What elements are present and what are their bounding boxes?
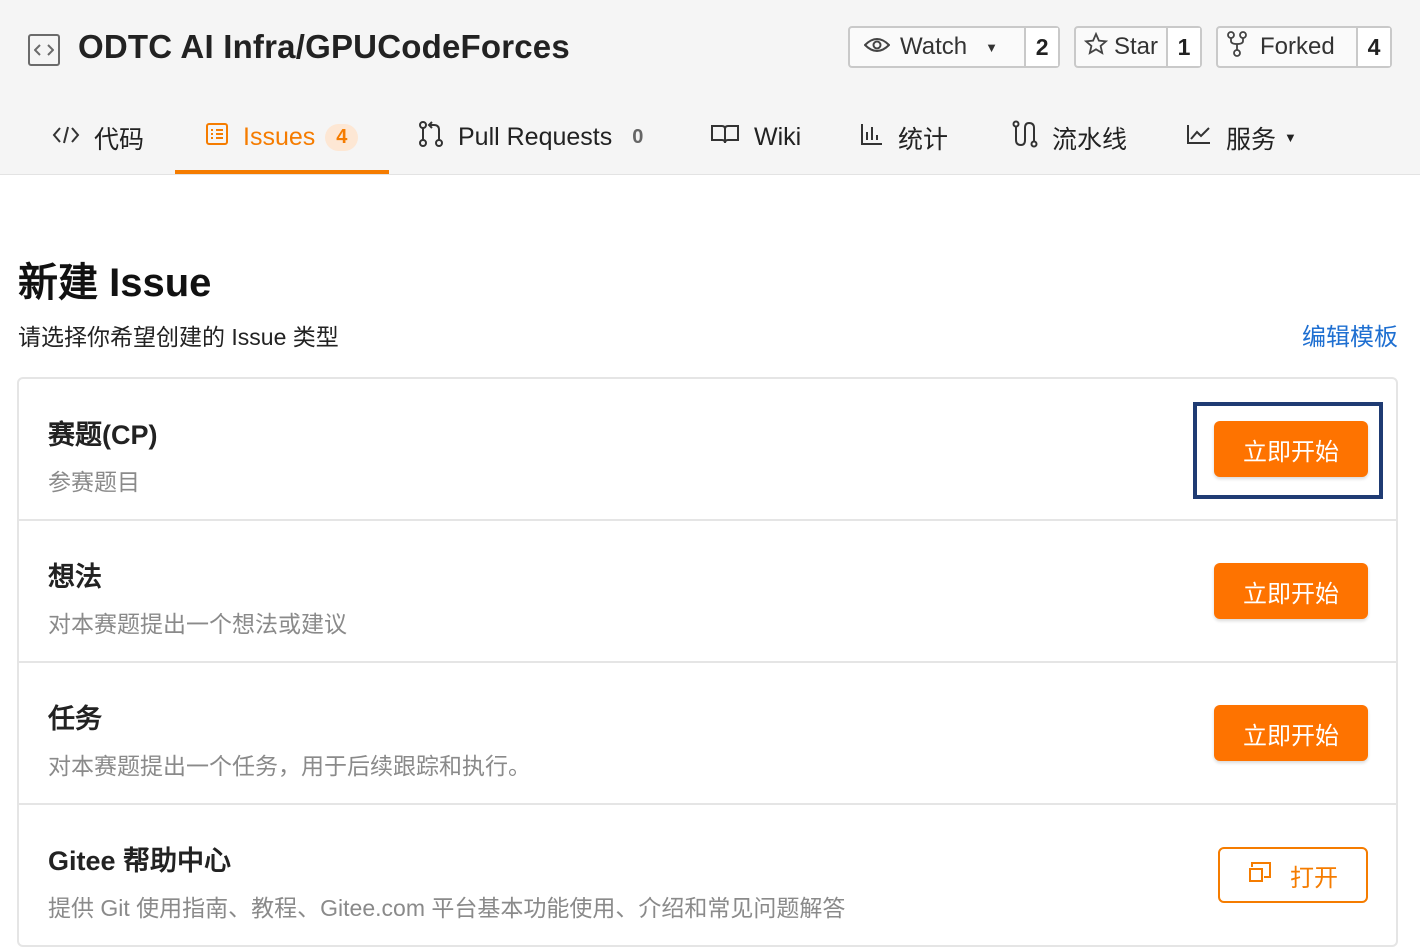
issue-type-idea: 想法 对本赛题提出一个想法或建议 立即开始	[19, 521, 1396, 663]
eye-icon	[863, 33, 891, 61]
issue-type-title: 想法	[48, 562, 102, 592]
tab-label: Pull Requests	[458, 123, 613, 151]
issue-type-desc: 对本赛题提出一个想法或建议	[48, 611, 347, 637]
tab-issues[interactable]: Issues 4	[205, 100, 359, 175]
edit-template-link[interactable]: 编辑模板	[1302, 317, 1398, 352]
code-icon	[52, 123, 80, 152]
caret-down-icon: ▼	[1284, 130, 1297, 145]
issues-count-badge: 4	[325, 124, 359, 151]
tab-pipeline[interactable]: 流水线	[1012, 100, 1127, 175]
issue-type-desc: 参赛题目	[48, 469, 140, 495]
code-repo-icon	[28, 34, 60, 66]
watch-count[interactable]: 2	[1024, 28, 1058, 66]
pipeline-icon	[1012, 120, 1038, 155]
star-icon	[1083, 31, 1109, 63]
issue-type-task: 任务 对本赛题提出一个任务，用于后续跟踪和执行。 立即开始	[19, 663, 1396, 805]
tab-code[interactable]: 代码	[52, 100, 144, 175]
star-label: Star	[1114, 33, 1159, 60]
issue-type-title: Gitee 帮助中心	[48, 846, 232, 876]
issue-type-title: 赛题(CP)	[48, 420, 158, 450]
external-link-icon	[1248, 861, 1272, 890]
issues-icon	[205, 122, 229, 153]
page-title: 新建 Issue	[18, 261, 212, 305]
tab-label: 服务	[1226, 125, 1277, 154]
issue-type-desc: 对本赛题提出一个任务，用于后续跟踪和执行。	[48, 753, 531, 779]
start-button[interactable]: 立即开始	[1214, 705, 1368, 761]
issue-type-desc: 提供 Git 使用指南、教程、Gitee.com 平台基本功能使用、介绍和常见问…	[48, 895, 846, 921]
fork-icon	[1226, 30, 1248, 64]
pull-requests-count: 0	[632, 126, 644, 148]
repo-title[interactable]: ODTC AI Infra/GPUCodeForces	[78, 28, 570, 66]
tab-label: 统计	[898, 125, 949, 154]
tab-label: Issues	[243, 123, 316, 151]
open-label: 打开	[1290, 864, 1338, 892]
tab-services[interactable]: 服务 ▼	[1186, 100, 1297, 175]
forked-count[interactable]: 4	[1356, 28, 1390, 66]
open-button[interactable]: 打开	[1218, 847, 1368, 903]
active-tab-indicator	[175, 170, 389, 174]
issue-type-help-center: Gitee 帮助中心 提供 Git 使用指南、教程、Gitee.com 平台基本…	[19, 805, 1396, 947]
highlight-box	[1193, 402, 1383, 499]
chevron-down-icon[interactable]: ▼	[985, 40, 998, 55]
star-count[interactable]: 1	[1166, 28, 1200, 66]
pull-request-icon	[418, 120, 444, 155]
issue-type-list: 赛题(CP) 参赛题目 立即开始 想法 对本赛题提出一个想法或建议 立即开始 任…	[17, 377, 1398, 947]
bar-chart-icon	[860, 122, 884, 153]
start-button[interactable]: 立即开始	[1214, 563, 1368, 619]
tab-label: Wiki	[754, 123, 802, 151]
tab-stats[interactable]: 统计	[860, 100, 948, 175]
page-subtitle: 请选择你希望创建的 Issue 类型	[18, 324, 339, 350]
tab-label: 代码	[94, 125, 145, 154]
issue-type-title: 任务	[48, 704, 102, 734]
repo-tabs: 代码 Issues 4 Pull Requests 0 Wiki 统计 流水线 …	[0, 100, 1420, 175]
star-button[interactable]: Star 1	[1074, 26, 1202, 68]
line-chart-icon	[1186, 123, 1212, 152]
watch-button[interactable]: Watch ▼ 2	[848, 26, 1060, 68]
book-icon	[710, 123, 740, 152]
tab-pull-requests[interactable]: Pull Requests 0	[418, 100, 643, 175]
forked-label: Forked	[1260, 33, 1335, 60]
issue-type-cp: 赛题(CP) 参赛题目 立即开始	[19, 379, 1396, 521]
tab-label: 流水线	[1052, 125, 1128, 154]
repo-header: ODTC AI Infra/GPUCodeForces Watch ▼ 2 St…	[0, 0, 1420, 175]
watch-label: Watch	[900, 33, 968, 60]
tab-wiki[interactable]: Wiki	[710, 100, 801, 175]
fork-button[interactable]: Forked 4	[1216, 26, 1392, 68]
